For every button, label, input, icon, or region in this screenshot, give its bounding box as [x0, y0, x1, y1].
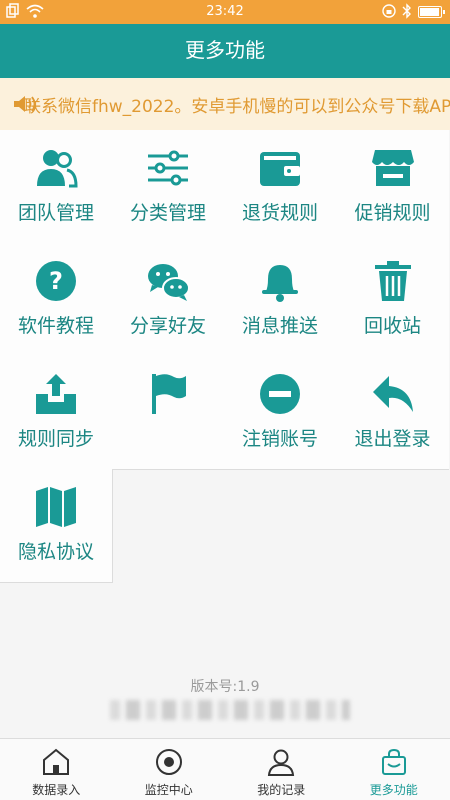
wallet-icon	[260, 152, 300, 186]
grid-item-label: 规则同步	[17, 428, 94, 450]
grid-item-label: 消息推送	[241, 315, 318, 337]
grid-item-label: 分享好友	[129, 315, 206, 337]
tab-monitor[interactable]: 监控中心	[113, 739, 226, 800]
grid-item-category-manage[interactable]: 分类管理	[112, 130, 225, 244]
bell-icon	[262, 265, 298, 302]
bag-icon	[381, 748, 406, 775]
grid-item-label: 注销账号	[241, 428, 318, 450]
grid-item-rule-sync[interactable]: 规则同步	[0, 356, 113, 470]
lock-rotation-icon	[382, 4, 396, 18]
status-bar: 23:42	[0, 0, 450, 24]
record-icon	[155, 749, 182, 775]
svg-text:?: ?	[49, 267, 63, 295]
chat-icon	[148, 264, 190, 301]
user-icon	[268, 749, 295, 776]
grid-item-label: 促销规则	[354, 202, 431, 224]
notice-text: 联系微信fhw_2022。安卓手机慢的可以到公众号下载APP	[24, 96, 450, 117]
tab-label: 数据录入	[32, 783, 81, 797]
grid-item-blurred[interactable]	[112, 356, 225, 470]
tab-label: 我的记录	[257, 783, 306, 797]
grid-item-label: 退出登录	[354, 428, 431, 450]
tab-data-entry[interactable]: 数据录入	[0, 739, 113, 800]
grid-item-privacy[interactable]: 隐私协议	[0, 469, 113, 583]
grid-item-return-rules[interactable]: 退货规则	[224, 130, 337, 244]
grid-item-push[interactable]: 消息推送	[224, 243, 337, 357]
version-text: 版本号:1.9	[190, 679, 260, 695]
tab-label: 监控中心	[144, 783, 193, 797]
home-icon	[43, 748, 70, 775]
notice-banner[interactable]: 联系微信fhw_2022。安卓手机慢的可以到公众号下载APP	[0, 78, 450, 130]
redacted-text	[110, 700, 350, 720]
map-icon	[36, 487, 76, 527]
help-icon: ?	[36, 261, 76, 301]
minus-circle-icon	[260, 374, 300, 414]
tab-label: 更多功能	[369, 783, 418, 797]
trash-icon	[374, 261, 411, 301]
bottom-tab-bar: 数据录入 监控中心 我的记录 更多功能	[0, 738, 450, 800]
grid-item-deactivate[interactable]: 注销账号	[224, 356, 337, 470]
battery-icon	[418, 6, 445, 18]
grid-item-logout[interactable]: 退出登录	[336, 356, 449, 470]
grid-item-recycle-bin[interactable]: 回收站	[336, 243, 449, 357]
page-title: 更多功能	[0, 24, 450, 78]
grid-item-share[interactable]: 分享好友	[112, 243, 225, 357]
sliders-icon	[148, 150, 188, 186]
team-icon	[37, 150, 78, 188]
grid-item-label: 退货规则	[241, 202, 318, 224]
flag-icon	[152, 374, 186, 414]
grid-item-label: 软件教程	[17, 315, 94, 337]
reply-icon	[372, 376, 413, 412]
grid-item-team-manage[interactable]: 团队管理	[0, 130, 113, 244]
tab-my-records[interactable]: 我的记录	[225, 739, 338, 800]
grid-item-label: 分类管理	[129, 202, 206, 224]
grid-item-promo-rules[interactable]: 促销规则	[336, 130, 449, 244]
store-icon	[371, 150, 414, 186]
grid-item-label: 回收站	[363, 315, 421, 337]
tab-more[interactable]: 更多功能	[338, 739, 450, 800]
upload-icon	[36, 374, 76, 414]
bluetooth-icon	[402, 3, 411, 19]
grid-item-label: 隐私协议	[17, 541, 94, 563]
grid-item-tutorial[interactable]: ? 软件教程	[0, 243, 113, 357]
grid-item-label: 团队管理	[17, 202, 94, 224]
